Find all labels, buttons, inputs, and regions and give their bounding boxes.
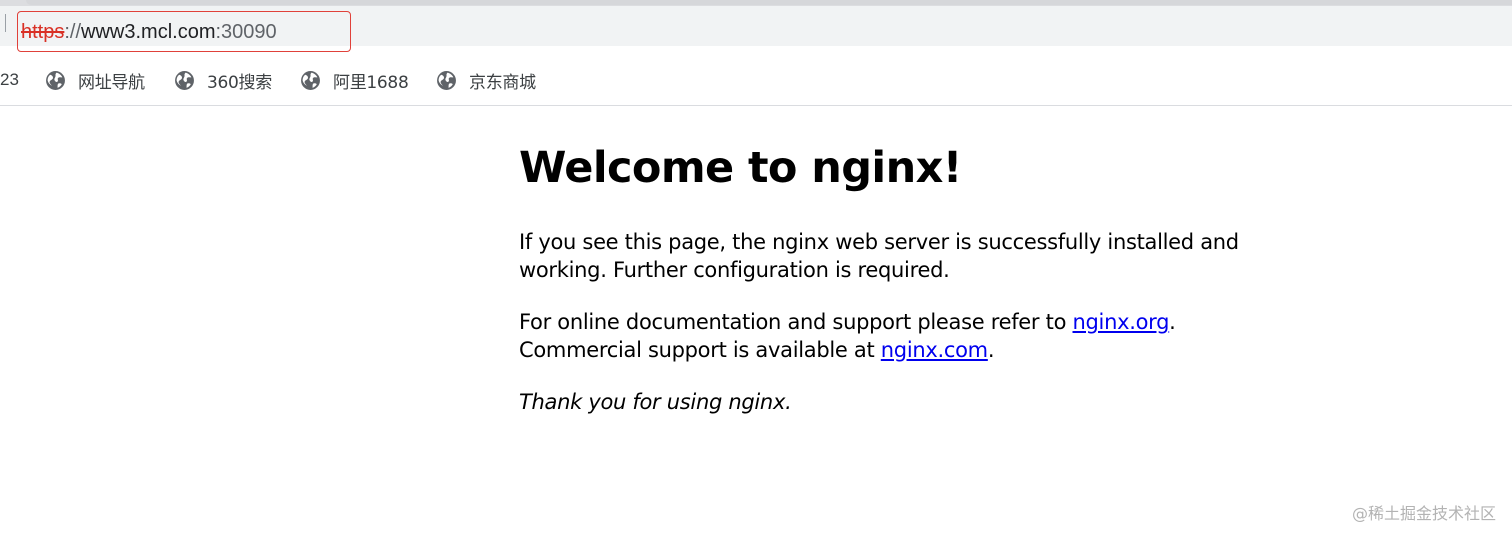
bookmark-item[interactable]: 网址导航 — [45, 68, 145, 93]
bookmark-label: 网址导航 — [78, 72, 145, 93]
bookmark-item[interactable]: 360搜索 — [174, 68, 272, 93]
page-title: Welcome to nginx! — [519, 143, 962, 193]
commercial-text-end: . — [987, 338, 995, 362]
omnibox-divider — [5, 14, 6, 32]
globe-icon — [46, 70, 65, 90]
bookmark-partial-label[interactable]: 23 — [0, 70, 19, 90]
bookmark-item[interactable]: 京东商城 — [436, 68, 536, 93]
bookmarks-bar: 23 网址导航 360搜索 阿里1688 京东商城 — [0, 60, 1512, 102]
thanks-paragraph: Thank you for using nginx. — [519, 390, 792, 414]
nginx-com-link[interactable]: nginx.com — [881, 338, 988, 362]
support-text: For online documentation and support ple… — [519, 310, 1073, 334]
globe-icon — [301, 70, 320, 90]
globe-icon — [437, 70, 456, 90]
bookmark-item[interactable]: 阿里1688 — [300, 68, 409, 93]
commercial-text: Commercial support is available at — [519, 338, 881, 362]
active-tab-edge — [26, 0, 1512, 5]
bookmark-label: 阿里1688 — [333, 72, 409, 93]
watermark: @稀土掘金技术社区 — [1351, 504, 1496, 523]
support-text-end: . — [1169, 310, 1176, 334]
nginx-org-link[interactable]: nginx.org — [1073, 310, 1170, 334]
page-content: Welcome to nginx! If you see this page, … — [519, 140, 1279, 416]
url-highlight-box — [17, 11, 351, 52]
globe-icon — [175, 70, 194, 90]
bookmark-label: 京东商城 — [469, 72, 536, 93]
bookmarks-bar-border — [0, 105, 1512, 106]
support-paragraph: For online documentation and support ple… — [519, 308, 1279, 364]
intro-paragraph: If you see this page, the nginx web serv… — [519, 230, 1239, 282]
bookmark-label: 360搜索 — [207, 72, 272, 93]
